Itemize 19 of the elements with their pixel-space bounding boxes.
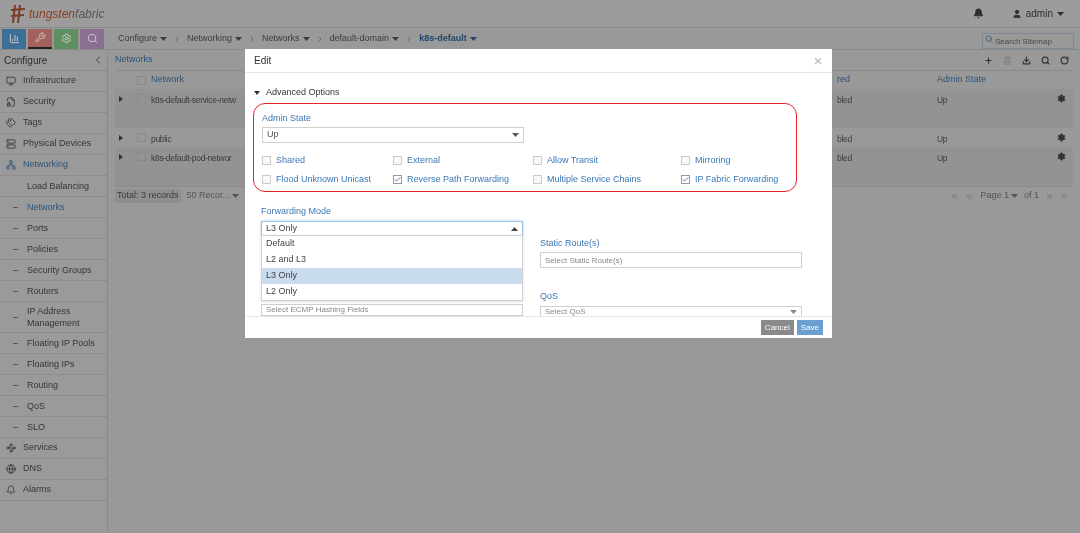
logo-text: tungstenfabric — [29, 5, 105, 23]
dialog-title: Edit — [254, 54, 272, 68]
table-cell: Up — [937, 134, 948, 144]
table-cell: bled — [837, 153, 852, 163]
field-label: QoS — [540, 290, 559, 303]
records-total: Total: 3 records — [115, 189, 181, 203]
table-cell: bled — [837, 95, 852, 105]
field-label: Admin State — [262, 111, 313, 125]
field-label: Static Route(s) — [540, 236, 601, 250]
sidebar-title: Configure — [4, 53, 48, 68]
table-cell: k8s-default-pod-networ — [151, 153, 232, 163]
table-cell: bled — [837, 134, 852, 144]
table-title: Networks — [115, 53, 153, 67]
table-cell: k8s-default-service-netw — [151, 95, 236, 105]
table-cell: Up — [937, 95, 948, 105]
page-count: of 1 — [1024, 189, 1039, 203]
field-label: Forwarding Mode — [261, 205, 333, 218]
table-cell: Up — [937, 153, 948, 163]
table-cell: public — [151, 134, 172, 144]
